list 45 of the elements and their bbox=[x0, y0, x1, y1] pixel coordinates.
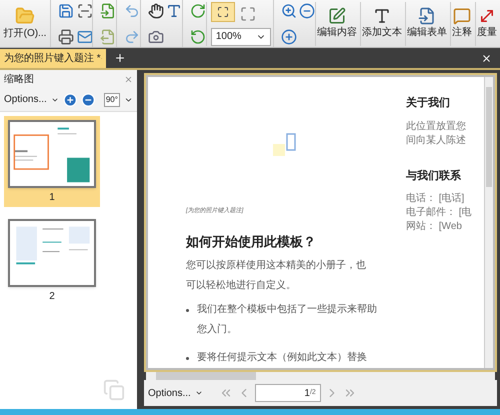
form-icon bbox=[418, 7, 436, 25]
contact-heading: 与我们联系 bbox=[406, 168, 462, 184]
text-line: 电子邮件： [电 bbox=[406, 206, 473, 220]
document-tab[interactable]: 为您的照片键入题注 * bbox=[0, 49, 106, 68]
text-line: 电话： [电话] bbox=[406, 192, 466, 206]
options-dropdown[interactable]: Options... bbox=[4, 92, 59, 107]
page-thumbnail[interactable] bbox=[8, 120, 96, 188]
text-line: 此位置放置您 bbox=[406, 120, 467, 134]
vertical-scrollbar[interactable] bbox=[484, 77, 493, 368]
fit-page-icon bbox=[216, 6, 229, 18]
shrink-icon[interactable] bbox=[81, 92, 96, 108]
page-number: 2 bbox=[49, 290, 55, 304]
fit-page-button[interactable] bbox=[210, 2, 235, 22]
section-heading: 如何开始使用此模板？ bbox=[186, 233, 317, 251]
rotate-button[interactable]: 90° bbox=[104, 92, 120, 106]
tool-button[interactable]: 注释 bbox=[450, 2, 473, 46]
panel-title: 缩略图 bbox=[4, 72, 34, 86]
zoom-select[interactable]: 100% bbox=[210, 28, 271, 46]
text-line: 间向某人陈述 bbox=[406, 134, 467, 148]
new-tab-icon[interactable] bbox=[114, 52, 126, 64]
bullet-icon bbox=[186, 356, 189, 360]
dropdown-icon bbox=[194, 389, 203, 397]
page-thumbnail[interactable] bbox=[8, 219, 96, 287]
about-heading: 关于我们 bbox=[406, 96, 451, 111]
page-number: 1 bbox=[49, 191, 55, 205]
measure-icon bbox=[478, 7, 496, 25]
tool-button[interactable]: 编辑内容 bbox=[315, 2, 358, 46]
folder-icon bbox=[15, 6, 35, 26]
paragraph: 您可以按原样使用这本精美的小册子，也可以轻松地进行自定义。 bbox=[186, 258, 366, 292]
enlarge-icon[interactable] bbox=[62, 92, 78, 108]
comment-icon bbox=[453, 7, 471, 25]
tool-button[interactable]: 度量 bbox=[475, 2, 498, 46]
close-icon[interactable] bbox=[481, 53, 492, 64]
list-item: 要将任何提示文本（例如此文本）替换 bbox=[197, 350, 367, 364]
open-button[interactable]: 打开(O)... bbox=[2, 6, 48, 41]
text-icon bbox=[373, 7, 391, 25]
options-dropdown[interactable]: Options... bbox=[148, 386, 203, 400]
text-line: 网站： [Web bbox=[406, 220, 463, 234]
list-item: 我们在整个模板中包括了一些提示来帮助您入门。 bbox=[197, 302, 378, 336]
horizontal-scrollbar[interactable] bbox=[146, 372, 495, 380]
tool-button[interactable]: 添加文本 bbox=[360, 2, 403, 46]
tool-button[interactable]: 编辑表单 bbox=[405, 2, 448, 46]
pages-icon bbox=[103, 379, 125, 401]
edit-icon bbox=[328, 7, 346, 25]
bullet-icon bbox=[186, 308, 189, 312]
